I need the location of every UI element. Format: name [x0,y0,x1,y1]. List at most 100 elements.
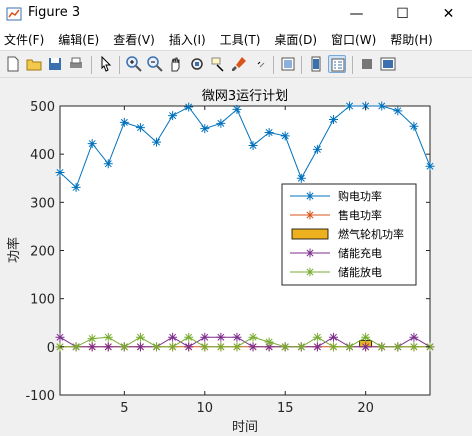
marker-stroke [312,144,322,154]
point-series-3-2 [87,342,97,352]
marker-stroke [361,342,371,352]
point-series-3-11 [232,332,242,342]
point-series-4-8 [184,332,194,342]
legend-label: 储能充电 [338,246,382,260]
marker-stroke [87,334,97,344]
point-series-3-0 [55,332,65,342]
marker-stroke [296,173,306,183]
menu-file[interactable]: 文件(F) [4,31,44,48]
point-series-3-16 [312,342,322,352]
point-series-4-17 [328,342,338,352]
marker-stroke [135,123,145,133]
save-icon[interactable] [46,55,64,73]
point-series-0-8 [184,102,194,112]
marker-stroke [184,102,194,112]
link-icon[interactable] [251,55,269,73]
chart-title: 微网3运行计划 [202,89,288,104]
maximize-icon: ☐ [396,6,409,22]
menu-edit[interactable]: 编辑(E) [58,31,99,48]
marker-stroke [393,342,403,352]
marker-stroke [200,124,210,134]
legend[interactable]: 购电功率售电功率燃气轮机功率储能充电储能放电 [281,183,417,286]
marker-stroke [312,332,322,342]
menu-view[interactable]: 查看(V) [113,31,155,48]
toolbar-separator [91,56,92,74]
legend-entry: 燃气轮机功率 [291,227,404,241]
marker-stroke [280,342,290,352]
legend-icon[interactable] [307,55,325,73]
point-series-4-18 [345,342,355,352]
show-plot-tools-icon[interactable] [358,55,376,73]
marker-stroke [216,332,226,342]
pan-icon[interactable] [167,55,185,73]
x-axis-label: 时间 [232,420,258,435]
hide-plot-tools-icon[interactable] [328,55,346,73]
chart: 5 10 15 20 -100 0 100 200 300 400 500 微网3运行计划 时间 功… [6,89,435,435]
figure-area: 5 10 15 20 -100 0 100 200 300 400 500 微网3运行计划 时间 功… [0,78,472,436]
marker-stroke [312,342,322,352]
legend-marker [305,210,315,220]
x-tick-label: 20 [357,401,374,416]
point-series-4-19 [361,332,371,342]
marker-stroke [328,342,338,352]
menu-help[interactable]: 帮助(H) [390,31,432,48]
marker-stroke [305,248,315,258]
data-cursor-icon[interactable] [209,55,227,73]
menu-insert[interactable]: 插入(I) [169,31,206,48]
marker-stroke [305,210,315,220]
marker-stroke [87,342,97,352]
marker-stroke [409,332,419,342]
marker-stroke [377,342,387,352]
y-tick-label: 400 [30,148,55,163]
marker-stroke [87,139,97,149]
matlab-figure-icon [6,7,22,21]
legend-label: 售电功率 [338,208,382,222]
point-series-4-13 [264,337,274,347]
marker-stroke [55,332,65,342]
new-figure-icon[interactable] [4,55,22,73]
maximize-button[interactable]: ☐ [380,0,425,28]
marker-stroke [305,267,315,277]
marker-stroke [305,191,315,201]
menu-desktop[interactable]: 桌面(D) [274,31,317,48]
title-bar: Figure 3 — ☐ ✕ [0,0,472,28]
point-series-3-7 [168,332,178,342]
point-series-3-9 [200,332,210,342]
legend-swatch [291,228,329,240]
marker-stroke [152,342,162,352]
marker-stroke [119,342,129,352]
zoom-in-icon[interactable] [125,55,143,73]
point-series-3-8 [184,342,194,352]
print-icon[interactable] [67,55,85,73]
point-series-4-21 [393,342,403,352]
colorbar-icon[interactable] [279,55,297,73]
legend-marker [305,191,315,201]
toolbar-separator [119,56,120,74]
point-series-4-10 [216,342,226,352]
menu-window[interactable]: 窗口(W) [331,31,376,48]
point-series-0-12 [248,140,258,150]
y-axis-label: 功率 [6,237,22,263]
menu-tools[interactable]: 工具(T) [220,31,261,48]
y-tick-label: 500 [30,100,55,115]
toolbar-separator [273,56,274,74]
point-series-3-19 [361,342,371,352]
brush-icon[interactable] [230,55,248,73]
point-series-3-17 [328,332,338,342]
rotate-3d-icon[interactable] [188,55,206,73]
marker-stroke [328,332,338,342]
open-file-icon[interactable] [25,55,43,73]
point-series-0-6 [152,137,162,147]
marker-stroke [264,127,274,137]
zoom-out-icon[interactable] [146,55,164,73]
x-tick-label: 15 [277,401,294,416]
point-series-4-11 [232,342,242,352]
dock-figure-icon[interactable] [379,55,397,73]
marker-stroke [184,332,194,342]
pointer-icon[interactable] [97,55,115,73]
point-series-0-13 [264,127,274,137]
close-button[interactable]: ✕ [426,0,471,28]
minimize-button[interactable]: — [334,0,379,28]
marker-stroke [232,342,242,352]
marker-stroke [55,167,65,177]
